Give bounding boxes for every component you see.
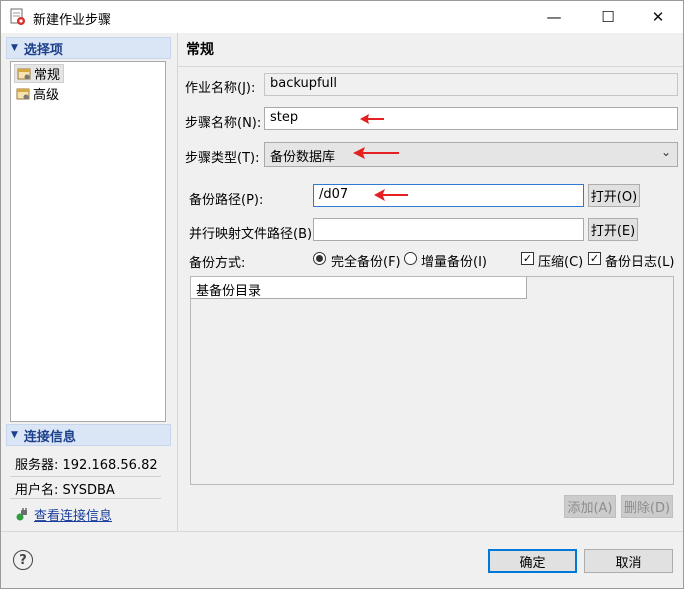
table-column-header[interactable]: 基备份目录 bbox=[191, 277, 527, 299]
backup-log-checkbox[interactable]: ✓ bbox=[588, 252, 601, 265]
title-bar: 新建作业步骤 — ☐ ✕ bbox=[1, 1, 683, 33]
view-connection-link-label[interactable]: 查看连接信息 bbox=[34, 505, 112, 524]
new-job-step-dialog: 新建作业步骤 — ☐ ✕ ▼ 选择项 常规 高级 ▼ 连接信息 服务器: 192… bbox=[0, 0, 684, 589]
backup-mode-label: 备份方式: bbox=[189, 256, 246, 271]
options-header-label: 选择项 bbox=[23, 42, 63, 58]
left-panel: ▼ 选择项 常规 高级 ▼ 连接信息 服务器: 192.168.56.82 用户… bbox=[1, 33, 176, 531]
add-button[interactable]: 添加(A) bbox=[564, 495, 616, 518]
step-name-input[interactable]: step bbox=[264, 107, 678, 130]
annotation-arrow-icon bbox=[360, 114, 384, 124]
settings-page-icon bbox=[17, 68, 31, 79]
open-backup-path-button[interactable]: 打开(O) bbox=[588, 184, 640, 207]
view-connection-link[interactable]: 查看连接信息 bbox=[15, 505, 112, 524]
step-type-select[interactable]: 备份数据库 ⌄ bbox=[264, 142, 678, 167]
compress-checkbox[interactable]: ✓ bbox=[521, 252, 534, 265]
nav-item-label: 常规 bbox=[34, 68, 61, 83]
incremental-backup-radio[interactable] bbox=[404, 252, 417, 265]
divider bbox=[10, 498, 161, 499]
step-type-value: 备份数据库 bbox=[270, 150, 336, 165]
ok-button[interactable]: 确定 bbox=[488, 549, 577, 573]
title-divider bbox=[178, 66, 683, 67]
app-icon bbox=[10, 8, 25, 25]
minimize-button[interactable]: — bbox=[531, 1, 577, 33]
job-name-field: backupfull bbox=[264, 73, 678, 96]
connection-plug-icon bbox=[16, 507, 27, 520]
user-info: 用户名: SYSDBA bbox=[15, 483, 115, 498]
delete-button[interactable]: 删除(D) bbox=[621, 495, 673, 518]
divider bbox=[10, 476, 161, 477]
open-parallel-map-button[interactable]: 打开(E) bbox=[588, 218, 638, 241]
server-info: 服务器: 192.168.56.82 bbox=[15, 458, 158, 473]
general-panel: 常规 作业名称(J): backupfull 步骤名称(N): step 步骤类… bbox=[178, 33, 683, 531]
backup-log-label[interactable]: 备份日志(L) bbox=[605, 251, 674, 270]
footer-divider bbox=[1, 531, 683, 532]
close-button[interactable]: ✕ bbox=[635, 1, 681, 33]
job-name-label: 作业名称(J): bbox=[185, 81, 256, 96]
annotation-arrow-icon bbox=[353, 147, 399, 159]
connection-section-header[interactable]: ▼ 连接信息 bbox=[6, 424, 171, 446]
annotation-arrow-icon bbox=[374, 189, 408, 201]
parallel-map-input[interactable] bbox=[313, 218, 584, 241]
parallel-map-label: 并行映射文件路径(B): bbox=[189, 227, 317, 242]
backup-path-input[interactable]: /d07 bbox=[313, 184, 584, 207]
help-icon[interactable]: ? bbox=[13, 550, 33, 570]
step-name-label: 步骤名称(N): bbox=[185, 116, 262, 131]
nav-item-general[interactable]: 常规 bbox=[14, 64, 65, 83]
collapse-arrow-icon: ▼ bbox=[11, 43, 18, 53]
full-backup-radio[interactable] bbox=[313, 252, 326, 265]
collapse-arrow-icon: ▼ bbox=[11, 430, 18, 440]
incremental-backup-label[interactable]: 增量备份(I) bbox=[421, 251, 487, 270]
nav-item-advanced[interactable]: 高级 bbox=[14, 84, 62, 103]
options-section-header[interactable]: ▼ 选择项 bbox=[6, 37, 171, 59]
settings-page-icon bbox=[16, 88, 30, 99]
options-nav-list: 常规 高级 bbox=[10, 61, 166, 422]
step-type-label: 步骤类型(T): bbox=[185, 151, 260, 166]
connection-header-label: 连接信息 bbox=[23, 429, 76, 445]
compress-label[interactable]: 压缩(C) bbox=[538, 251, 583, 270]
base-backup-table[interactable]: 基备份目录 bbox=[190, 276, 674, 485]
nav-item-label: 高级 bbox=[33, 88, 60, 103]
window-title: 新建作业步骤 bbox=[33, 13, 112, 28]
cancel-button[interactable]: 取消 bbox=[584, 549, 673, 573]
maximize-button[interactable]: ☐ bbox=[585, 1, 631, 33]
full-backup-label[interactable]: 完全备份(F) bbox=[331, 251, 401, 270]
backup-path-label: 备份路径(P): bbox=[189, 193, 264, 208]
chevron-down-icon: ⌄ bbox=[660, 145, 671, 159]
page-title: 常规 bbox=[186, 42, 214, 58]
